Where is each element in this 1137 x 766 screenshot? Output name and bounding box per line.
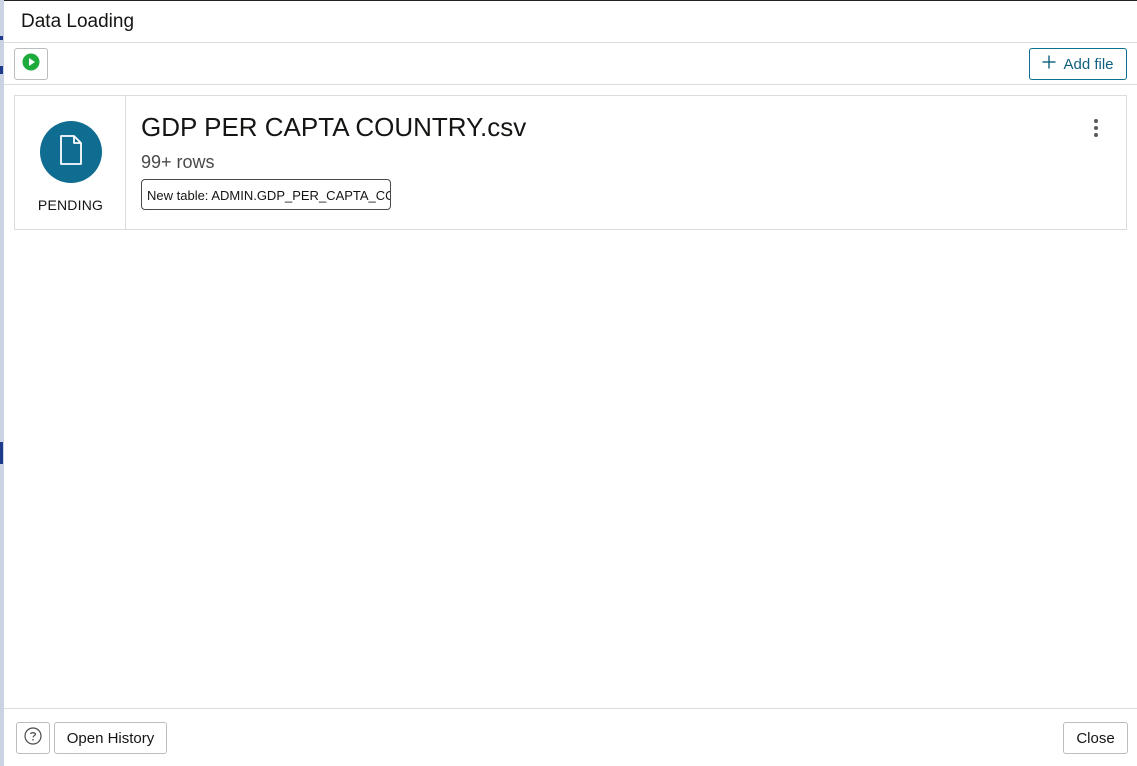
edge-mark — [0, 36, 3, 40]
kebab-dot — [1094, 133, 1098, 137]
edge-mark — [0, 442, 3, 464]
add-file-button[interactable]: Add file — [1029, 48, 1127, 80]
dialog-title: Data Loading — [21, 11, 135, 32]
edge-mark — [0, 66, 3, 74]
data-loading-dialog: Data Loading Add file PENDING GDP PER CA… — [4, 1, 1137, 766]
help-button[interactable] — [16, 722, 50, 754]
row-count: 99+ rows — [141, 152, 215, 172]
kebab-dot — [1094, 119, 1098, 123]
file-status: PENDING — [15, 96, 126, 229]
dialog-header: Data Loading — [4, 1, 1137, 43]
kebab-menu-icon[interactable] — [1084, 116, 1108, 140]
play-circle-icon — [22, 53, 40, 76]
file-card[interactable]: PENDING GDP PER CAPTA COUNTRY.csv 99+ ro… — [14, 95, 1127, 230]
add-file-label: Add file — [1063, 55, 1114, 73]
status-indicator — [40, 121, 102, 183]
target-table-chip[interactable]: New table: ADMIN.GDP_PER_CAPTA_CO... — [141, 179, 391, 210]
plus-icon — [1042, 53, 1056, 73]
status-label: PENDING — [37, 197, 104, 213]
document-icon — [59, 134, 83, 170]
file-name: GDP PER CAPTA COUNTRY.csv — [141, 112, 527, 142]
open-history-button[interactable]: Open History — [54, 722, 167, 754]
run-button[interactable] — [14, 48, 48, 80]
close-button[interactable]: Close — [1063, 722, 1128, 754]
dialog-footer: Open History Close — [4, 708, 1137, 766]
help-circle-icon — [24, 726, 42, 750]
toolbar: Add file — [4, 44, 1137, 85]
kebab-dot — [1094, 126, 1098, 130]
